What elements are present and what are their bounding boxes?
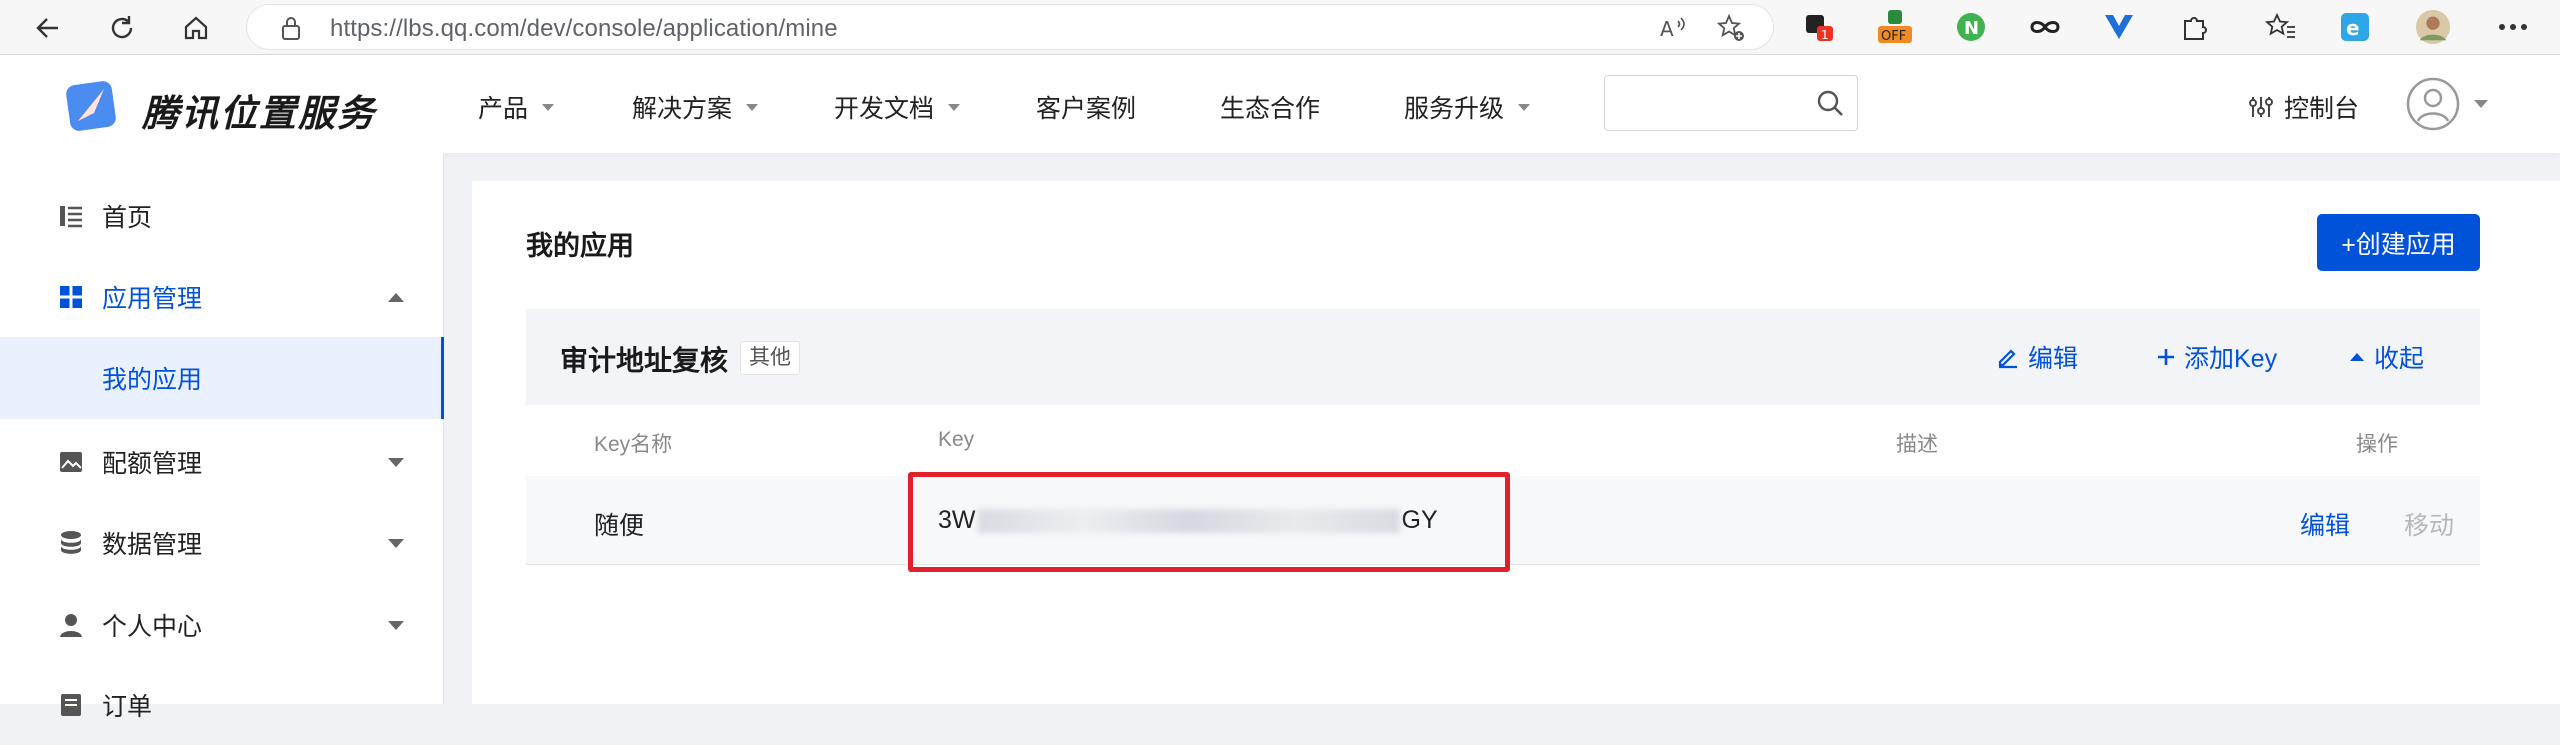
- menu-item-products[interactable]: 产品: [478, 89, 555, 125]
- browser-toolbar: https://lbs.qq.com/dev/console/applicati…: [0, 0, 2560, 55]
- collapse-button[interactable]: 收起: [2350, 339, 2424, 375]
- extension-3-icon[interactable]: N: [1952, 8, 1990, 46]
- grid-apps-icon: [60, 286, 82, 308]
- sidebar-item-label: 首页: [102, 204, 153, 232]
- sidebar-item-label: 订单: [102, 693, 153, 721]
- page-title: 我的应用: [526, 231, 634, 261]
- user-icon: [60, 614, 82, 637]
- menu-item-upgrade[interactable]: 服务升级: [1404, 89, 1531, 125]
- menu-label: 开发文档: [834, 95, 935, 123]
- column-header-description: 描述: [1896, 433, 1938, 456]
- v-extension-icon[interactable]: [2100, 8, 2138, 46]
- sidebar-item-my-apps[interactable]: 我的应用: [0, 337, 444, 419]
- url-text[interactable]: https://lbs.qq.com/dev/console/applicati…: [330, 15, 838, 43]
- menu-label: 生态合作: [1220, 95, 1321, 123]
- console-label: 控制台: [2284, 95, 2360, 123]
- sidebar-item-label: 数据管理: [102, 531, 203, 559]
- plus-icon: [2158, 349, 2174, 365]
- main-panel: [472, 181, 2560, 704]
- svg-text:OFF: OFF: [1881, 29, 1906, 44]
- console-link[interactable]: 控制台: [2248, 89, 2359, 125]
- edge-extension-icon[interactable]: e: [2336, 8, 2374, 46]
- extension-2-icon[interactable]: OFF: [1876, 8, 1914, 46]
- sidebar-item-label: 我的应用: [102, 366, 203, 394]
- logo-text[interactable]: 腾讯位置服务: [142, 83, 376, 137]
- favorites-icon[interactable]: [2262, 8, 2300, 46]
- address-bar[interactable]: https://lbs.qq.com/dev/console/applicati…: [246, 4, 1774, 50]
- order-icon: [61, 694, 81, 716]
- search-icon[interactable]: [1815, 88, 1845, 118]
- search-input[interactable]: [1604, 75, 1858, 131]
- sidebar-item-quota[interactable]: 配额管理: [0, 422, 444, 502]
- collapse-label: 收起: [2374, 345, 2425, 373]
- menu-label: 客户案例: [1036, 95, 1137, 123]
- app-header: 审计地址复核 其他 编辑 添加Key 收起: [526, 309, 2480, 405]
- menu-item-solutions[interactable]: 解决方案: [632, 89, 759, 125]
- pencil-icon: [1998, 349, 2017, 369]
- sidebar: 首页 应用管理 我的应用 配额管理 数据管理 个人中心 订单: [0, 153, 444, 721]
- back-icon[interactable]: [28, 8, 68, 48]
- app-name: 审计地址复核: [560, 345, 729, 376]
- profile-avatar-icon[interactable]: [2414, 8, 2452, 46]
- chevron-down-icon: [1518, 103, 1531, 111]
- reload-icon[interactable]: [102, 8, 142, 48]
- sliders-icon: [2249, 97, 2273, 117]
- sidebar-item-app-management[interactable]: 应用管理: [0, 257, 444, 337]
- sidebar-item-label: 配额管理: [102, 450, 203, 478]
- menu-item-cases[interactable]: 客户案例: [1036, 89, 1136, 125]
- chevron-down-icon: [948, 103, 961, 111]
- chevron-down-icon: [542, 103, 555, 111]
- menu-label: 服务升级: [1404, 95, 1505, 123]
- svg-text:e: e: [2346, 16, 2360, 40]
- create-app-button[interactable]: +创建应用: [2317, 214, 2480, 271]
- chevron-down-icon: [746, 103, 759, 111]
- image-quota-icon: [60, 452, 82, 472]
- svg-text:1: 1: [1821, 28, 1829, 42]
- key-highlight-box: [908, 472, 1510, 572]
- favorite-add-icon[interactable]: [1714, 11, 1748, 45]
- lock-icon[interactable]: [274, 11, 308, 45]
- menu-item-docs[interactable]: 开发文档: [834, 89, 961, 125]
- move-key-button[interactable]: 移动: [2404, 506, 2454, 542]
- sidebar-item-data[interactable]: 数据管理: [0, 503, 444, 583]
- column-header-key: Key: [938, 428, 975, 451]
- add-key-label: 添加Key: [2184, 345, 2278, 373]
- more-icon[interactable]: [2494, 8, 2532, 46]
- edit-key-button[interactable]: 编辑: [2300, 506, 2350, 542]
- menu-label: 产品: [478, 95, 529, 123]
- edit-label: 编辑: [2028, 345, 2079, 373]
- chevron-up-icon: [388, 292, 404, 302]
- svg-text:N: N: [1964, 18, 1979, 39]
- chevron-down-icon: [388, 620, 404, 630]
- app-category-tag: 其他: [740, 341, 800, 375]
- svg-text:A: A: [1660, 17, 1674, 41]
- database-icon: [61, 531, 81, 554]
- chevron-down-icon: [388, 538, 404, 548]
- site-header: 腾讯位置服务 产品 解决方案 开发文档 客户案例 生态合作 服务升级 控制台: [0, 55, 2560, 153]
- user-avatar[interactable]: [2406, 77, 2460, 131]
- caret-up-icon: [2350, 353, 2364, 361]
- tencent-lbs-logo-icon[interactable]: [64, 77, 120, 133]
- infinity-extension-icon[interactable]: [2026, 8, 2064, 46]
- column-header-key-name: Key名称: [594, 433, 673, 456]
- edit-app-button[interactable]: 编辑: [1996, 339, 2078, 375]
- sidebar-item-home[interactable]: 首页: [0, 176, 444, 256]
- column-header-operations: 操作: [2356, 433, 2398, 456]
- chevron-down-icon: [388, 457, 404, 467]
- menu-item-ecosystem[interactable]: 生态合作: [1220, 89, 1320, 125]
- sidebar-item-label: 应用管理: [102, 285, 203, 313]
- extensions-puzzle-icon[interactable]: [2176, 8, 2214, 46]
- key-name-cell: 随便: [594, 512, 645, 540]
- menu-label: 解决方案: [632, 95, 733, 123]
- avatar-chevron-down-icon[interactable]: [2474, 100, 2488, 108]
- add-key-button[interactable]: 添加Key: [2156, 339, 2277, 375]
- home-list-icon: [60, 206, 82, 228]
- extension-1-icon[interactable]: 1: [1800, 8, 1838, 46]
- read-aloud-icon[interactable]: A: [1656, 11, 1690, 45]
- sidebar-item-label: 个人中心: [102, 613, 203, 641]
- sidebar-item-profile[interactable]: 个人中心: [0, 585, 444, 665]
- home-icon[interactable]: [176, 8, 216, 48]
- sidebar-item-orders[interactable]: 订单: [0, 665, 444, 745]
